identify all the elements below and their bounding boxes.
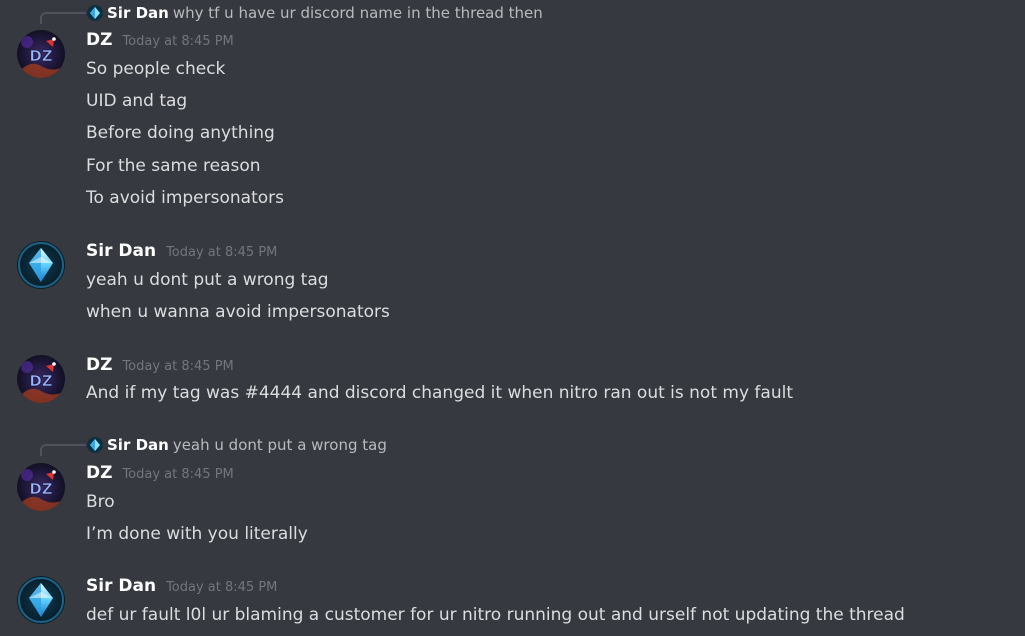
message-line: For the same reason — [86, 156, 261, 176]
message-line: when u wanna avoid impersonators — [86, 302, 390, 322]
sir-dan-avatar[interactable] — [17, 241, 65, 289]
message-line: UID and tag — [86, 91, 188, 111]
message-header: Sir Dan Today at 8:45 PM — [86, 241, 277, 261]
crystal-avatar-icon — [87, 437, 103, 458]
reply-author[interactable]: Sir Dan — [107, 436, 169, 454]
reply-spine — [40, 12, 86, 24]
dz-avatar[interactable]: DZ — [17, 463, 65, 511]
message-line: I’m done with you literally — [86, 524, 308, 544]
timestamp[interactable]: Today at 8:45 PM — [166, 245, 277, 260]
message-header: DZ Today at 8:45 PM — [86, 355, 234, 375]
reply-spine — [40, 444, 86, 456]
svg-text:DZ: DZ — [29, 372, 52, 390]
svg-text:DZ: DZ — [29, 47, 52, 65]
message-header: DZ Today at 8:45 PM — [86, 463, 234, 483]
username[interactable]: Sir Dan — [86, 241, 156, 261]
reply-text: why tf u have ur discord name in the thr… — [172, 4, 543, 22]
dz-avatar[interactable]: DZ — [17, 355, 65, 403]
timestamp[interactable]: Today at 8:45 PM — [166, 580, 277, 595]
dz-avatar[interactable]: DZ — [17, 30, 65, 78]
reply-content: Sir Dan yeah u dont put a wrong tag — [87, 435, 387, 458]
reply-text: yeah u dont put a wrong tag — [172, 436, 387, 454]
message-line: def ur fault l0l ur blaming a customer f… — [86, 605, 905, 625]
svg-text:DZ: DZ — [29, 480, 52, 498]
username[interactable]: DZ — [86, 30, 112, 50]
crystal-avatar-icon — [87, 5, 103, 26]
message-line: yeah u dont put a wrong tag — [86, 270, 329, 290]
username[interactable]: Sir Dan — [86, 576, 156, 596]
reply-author[interactable]: Sir Dan — [107, 4, 169, 22]
message-header: Sir Dan Today at 8:45 PM — [86, 576, 277, 596]
username[interactable]: DZ — [86, 355, 112, 375]
message-line: To avoid impersonators — [86, 188, 284, 208]
sir-dan-avatar[interactable] — [17, 576, 65, 624]
message-line: And if my tag was #4444 and discord chan… — [86, 383, 793, 403]
username[interactable]: DZ — [86, 463, 112, 483]
message-line: So people check — [86, 59, 226, 79]
timestamp[interactable]: Today at 8:45 PM — [122, 467, 233, 482]
timestamp[interactable]: Today at 8:45 PM — [122, 34, 233, 49]
reply-content: Sir Dan why tf u have ur discord name in … — [87, 3, 543, 26]
message-line: Before doing anything — [86, 123, 275, 143]
timestamp[interactable]: Today at 8:45 PM — [122, 359, 233, 374]
message-header: DZ Today at 8:45 PM — [86, 30, 234, 50]
message-line: Bro — [86, 492, 115, 512]
